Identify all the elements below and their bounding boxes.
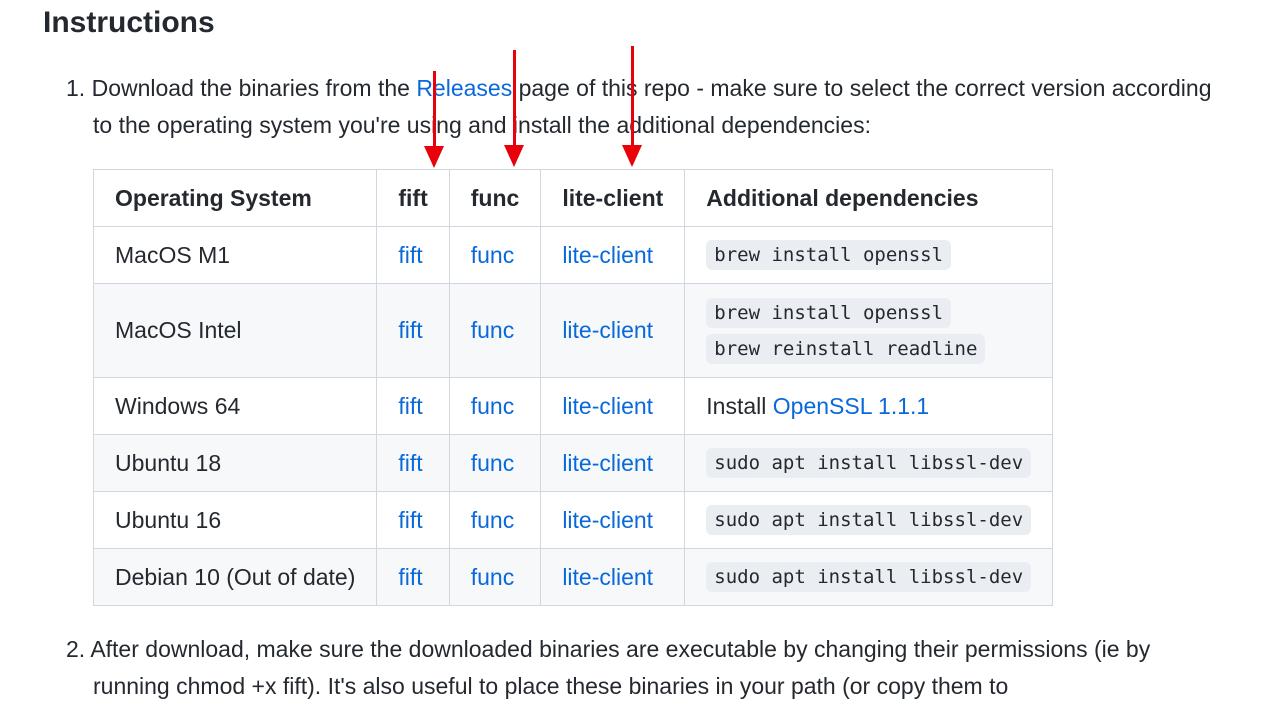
openssl-link[interactable]: OpenSSL 1.1.1 (773, 393, 929, 419)
instruction-step-2: 2. After download, make sure the downloa… (66, 631, 1150, 705)
dependency-command: sudo apt install libssl-dev (706, 448, 1032, 478)
dependency-command: brew install openssl (706, 240, 952, 270)
annotation-arrow-down-icon (622, 46, 642, 167)
func-download-link[interactable]: func (471, 450, 514, 476)
lite-client-download-link[interactable]: lite-client (562, 507, 653, 533)
func-download-link[interactable]: func (471, 564, 514, 590)
table-header-row: Operating System fift func lite-client A… (92, 169, 1054, 227)
column-header-lite-client: lite-client (540, 169, 686, 227)
step-text-line2: running chmod +x fift). It's also useful… (93, 673, 1009, 699)
step-number: 1. (66, 75, 86, 101)
fift-download-link[interactable]: fift (398, 507, 422, 533)
lite-client-download-link[interactable]: lite-client (562, 450, 653, 476)
column-header-fift: fift (376, 169, 450, 227)
fift-download-link[interactable]: fift (398, 450, 422, 476)
dependency-command: brew install openssl (706, 297, 952, 328)
table-row: Ubuntu 18 fift func lite-client sudo apt… (92, 434, 1054, 492)
func-download-link[interactable]: func (471, 507, 514, 533)
column-header-dependencies: Additional dependencies (684, 169, 1054, 227)
os-cell: Windows 64 (92, 377, 378, 435)
column-header-func: func (448, 169, 542, 227)
dependency-command: sudo apt install libssl-dev (706, 505, 1032, 535)
table-row: Windows 64 fift func lite-client Install… (92, 377, 1054, 435)
step-number: 2. (66, 636, 86, 662)
annotation-arrow-down-icon (424, 71, 444, 168)
func-download-link[interactable]: func (471, 393, 514, 419)
os-cell: MacOS Intel (92, 283, 378, 378)
lite-client-download-link[interactable]: lite-client (562, 564, 653, 590)
fift-download-link[interactable]: fift (398, 317, 422, 343)
dependency-text: Install (706, 392, 773, 419)
table-row: Debian 10 (Out of date) fift func lite-c… (92, 548, 1054, 606)
column-header-os: Operating System (92, 169, 378, 227)
dependency-command: brew reinstall readline (706, 333, 986, 364)
annotation-arrow-down-icon (504, 50, 524, 167)
table-row: MacOS M1 fift func lite-client brew inst… (92, 226, 1054, 284)
table-row: Ubuntu 16 fift func lite-client sudo apt… (92, 491, 1054, 549)
func-download-link[interactable]: func (471, 242, 514, 268)
os-cell: Ubuntu 16 (92, 491, 378, 549)
step-text-continued: page of this repo - make sure to select … (512, 75, 1212, 101)
os-cell: Ubuntu 18 (92, 434, 378, 492)
step-text: After download, make sure the downloaded… (90, 636, 1151, 662)
table-row: MacOS Intel fift func lite-client brew i… (92, 283, 1054, 378)
lite-client-download-link[interactable]: lite-client (562, 317, 653, 343)
lite-client-download-link[interactable]: lite-client (562, 393, 653, 419)
lite-client-download-link[interactable]: lite-client (562, 242, 653, 268)
dependency-command: sudo apt install libssl-dev (706, 562, 1032, 592)
os-cell: MacOS M1 (92, 226, 378, 284)
section-heading: Instructions (43, 6, 215, 39)
func-download-link[interactable]: func (471, 317, 514, 343)
binaries-table: Operating System fift func lite-client A… (92, 169, 1054, 606)
fift-download-link[interactable]: fift (398, 393, 422, 419)
fift-download-link[interactable]: fift (398, 564, 422, 590)
fift-download-link[interactable]: fift (398, 242, 422, 268)
os-cell: Debian 10 (Out of date) (92, 548, 378, 606)
step-text: Download the binaries from the (91, 75, 417, 101)
